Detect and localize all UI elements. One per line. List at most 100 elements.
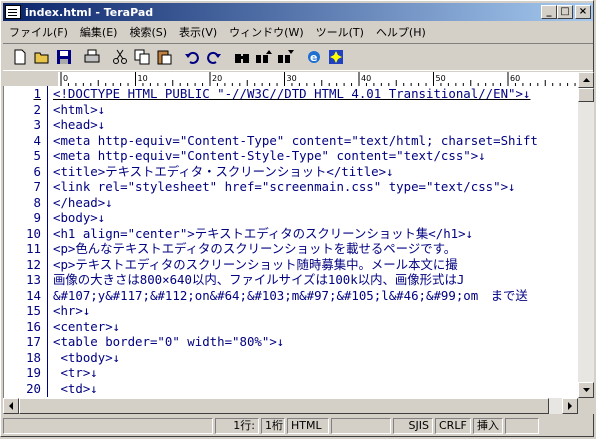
minimize-button[interactable]: _ xyxy=(541,5,557,19)
new-file-icon xyxy=(14,49,26,65)
find-button[interactable] xyxy=(231,46,253,68)
title-bar[interactable]: index.html - TeraPad _ □ × xyxy=(3,3,593,21)
code-line[interactable]: 2 <html>↓ xyxy=(4,101,579,118)
browser-button[interactable]: e xyxy=(303,46,325,68)
menu-help[interactable]: ヘルプ(H) xyxy=(370,24,432,40)
status-mode: HTML xyxy=(287,418,329,434)
line-number: 2 xyxy=(4,101,48,118)
line-number: 17 xyxy=(4,334,48,350)
open-button[interactable] xyxy=(31,46,53,68)
code-line[interactable]: 20 <td>↓ xyxy=(4,380,579,397)
line-text: <meta http-equiv="Content-Type" content=… xyxy=(53,132,538,148)
line-text: <center>↓ xyxy=(53,318,121,334)
find-next-button[interactable] xyxy=(253,46,275,68)
ruler-label: 60 xyxy=(510,74,520,83)
status-bar: 1行: 1桁 HTML SJIS CRLF 挿入 xyxy=(3,416,593,436)
line-text: &#107;y&#117;&#112;on&#64;&#103;m&#97;&#… xyxy=(53,287,528,303)
menu-search[interactable]: 検索(S) xyxy=(123,24,173,40)
line-number: 5 xyxy=(4,148,48,164)
line-text: <td>↓ xyxy=(53,380,98,396)
close-button[interactable]: × xyxy=(575,5,591,19)
settings-button[interactable] xyxy=(325,46,347,68)
print-button[interactable] xyxy=(81,46,103,68)
code-line[interactable]: 10 <h1 align="center">テキストエディタのスクリーンショット集… xyxy=(4,225,579,242)
ruler-label: 10 xyxy=(138,74,148,83)
line-text: <p>テキストエディタのスクリーンショット随時募集中。メール本文に撮 xyxy=(53,256,458,272)
redo-icon xyxy=(207,51,221,64)
maximize-button[interactable]: □ xyxy=(557,5,573,19)
hscroll-thumb[interactable] xyxy=(19,398,549,414)
window-title: index.html - TeraPad xyxy=(25,5,154,19)
undo-button[interactable] xyxy=(181,46,203,68)
ruler-label: 40 xyxy=(361,74,371,83)
cut-button[interactable] xyxy=(109,46,131,68)
ruler-label: 20 xyxy=(212,74,222,83)
scroll-up-button[interactable] xyxy=(578,72,594,88)
menu-view[interactable]: 表示(V) xyxy=(173,24,223,40)
print-icon xyxy=(84,49,100,63)
save-button[interactable] xyxy=(53,46,75,68)
cut-icon xyxy=(113,49,127,64)
scroll-corner xyxy=(578,398,594,414)
menu-edit[interactable]: 編集(E) xyxy=(74,24,124,40)
line-number: 16 xyxy=(4,318,48,335)
menu-window[interactable]: ウィンドウ(W) xyxy=(223,24,309,40)
line-number: 10 xyxy=(4,225,48,242)
scroll-thumb[interactable] xyxy=(578,88,594,102)
new-file-button[interactable] xyxy=(9,46,31,68)
status-encoding: SJIS xyxy=(393,418,433,434)
code-line[interactable]: 4 <meta http-equiv="Content-Type" content… xyxy=(4,132,579,149)
find-next-icon xyxy=(256,50,272,63)
undo-icon xyxy=(185,51,199,64)
redo-button[interactable] xyxy=(203,46,225,68)
open-folder-icon xyxy=(34,52,49,64)
line-number: 9 xyxy=(4,210,48,226)
app-icon[interactable] xyxy=(5,5,21,19)
code-line[interactable]: 19 <tr>↓ xyxy=(4,365,579,381)
find-prev-button[interactable] xyxy=(275,46,297,68)
code-line[interactable]: 1 <!DOCTYPE HTML PUBLIC "-//W3C//DTD HTML… xyxy=(4,86,579,102)
code-line[interactable]: 6 <title>テキストエディタ・スクリーンショット</title>↓ xyxy=(4,163,579,180)
menu-tools[interactable]: ツール(T) xyxy=(310,24,370,40)
code-line[interactable]: 15 <hr>↓ xyxy=(4,303,579,319)
line-text: <!DOCTYPE HTML PUBLIC "-//W3C//DTD HTML … xyxy=(53,86,531,101)
save-icon xyxy=(57,50,71,64)
scroll-left-button[interactable] xyxy=(3,398,19,414)
code-line[interactable]: 7 <link rel="stylesheet" href="screenmain… xyxy=(4,179,579,195)
line-text: <hr>↓ xyxy=(53,303,91,318)
code-line[interactable]: 3 <head>↓ xyxy=(4,117,579,133)
text-editor[interactable]: 1 <!DOCTYPE HTML PUBLIC "-//W3C//DTD HTML… xyxy=(3,86,579,398)
paste-button[interactable] xyxy=(153,46,175,68)
find-prev-icon xyxy=(278,50,294,63)
code-line[interactable]: 12 <p>テキストエディタのスクリーンショット随時募集中。メール本文に撮 xyxy=(4,256,579,273)
ruler-marks: 0 10 20 30 40 50 60 xyxy=(60,72,576,86)
code-line[interactable]: 17 <table border="0" width="80%">↓ xyxy=(4,334,579,350)
code-line[interactable]: 9 <body>↓ xyxy=(4,210,579,226)
code-line[interactable]: 18 <tbody>↓ xyxy=(4,349,579,366)
copy-button[interactable] xyxy=(131,46,153,68)
line-text: <title>テキストエディタ・スクリーンショット</title>↓ xyxy=(53,163,394,179)
code-line[interactable]: 11 <p>色んなテキストエディタのスクリーンショットを載せるページです。 xyxy=(4,241,579,257)
scroll-right-button[interactable] xyxy=(562,398,578,414)
line-text: <tbody>↓ xyxy=(53,349,121,365)
code-line[interactable]: 16 <center>↓ xyxy=(4,318,579,335)
line-text: <tr>↓ xyxy=(53,365,98,380)
code-line[interactable]: 8 </head>↓ xyxy=(4,194,579,211)
scroll-down-button[interactable] xyxy=(578,382,594,398)
line-text: 画像の大きさは800×640以内、ファイルサイズは100k以内、画像形式はJ xyxy=(53,272,465,287)
code-line[interactable]: 13 画像の大きさは800×640以内、ファイルサイズは100k以内、画像形式はJ xyxy=(4,272,579,288)
code-line[interactable]: 5 <meta http-equiv="Content-Style-Type" c… xyxy=(4,148,579,164)
line-text: <link rel="stylesheet" href="screenmain.… xyxy=(53,179,516,194)
line-text: <head>↓ xyxy=(53,117,106,132)
line-number: 7 xyxy=(4,179,48,195)
line-text: <p>色んなテキストエディタのスクリーンショットを載せるページです。 xyxy=(53,241,457,256)
vertical-scrollbar[interactable] xyxy=(578,72,594,398)
menu-file[interactable]: ファイル(F) xyxy=(3,24,74,40)
browser-icon: e xyxy=(308,51,320,64)
horizontal-scrollbar[interactable] xyxy=(3,398,578,414)
status-message xyxy=(3,418,213,434)
toolbar: e xyxy=(3,43,593,71)
line-number: 18 xyxy=(4,349,48,366)
code-line[interactable]: 14 &#107;y&#117;&#112;on&#64;&#103;m&#97;… xyxy=(4,287,579,304)
status-blank xyxy=(331,418,391,434)
